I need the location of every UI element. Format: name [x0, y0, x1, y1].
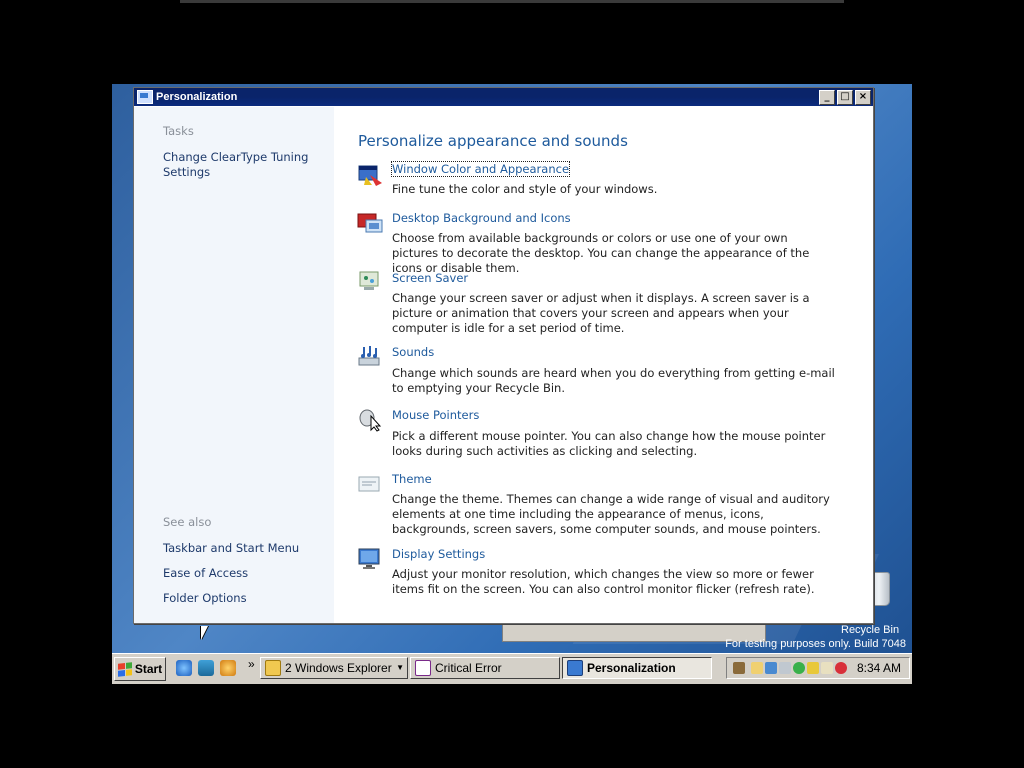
close-button[interactable]: × — [855, 90, 871, 105]
personalization-icon — [567, 660, 583, 676]
see-also-heading: See also — [163, 515, 212, 529]
tasks-heading: Tasks — [163, 124, 194, 138]
link-display-settings[interactable]: Display Settings — [392, 547, 485, 561]
clock[interactable]: 8:34 AM — [857, 661, 901, 675]
desc-desktop-background: Choose from available backgrounds or col… — [392, 231, 810, 275]
internet-explorer-icon[interactable] — [176, 660, 192, 676]
taskbar-button-windows-explorer[interactable]: 2 Windows Explorer ▼ — [260, 657, 408, 679]
desc-window-color: Fine tune the color and style of your wi… — [392, 182, 658, 196]
desktop: Recycle Bin For testing purposes only. B… — [112, 84, 912, 684]
chevron-down-icon: ▼ — [396, 663, 404, 672]
minimize-button[interactable]: _ — [819, 90, 835, 105]
sidebar-link-taskbar[interactable]: Taskbar and Start Menu — [163, 541, 323, 556]
desc-theme: Change the theme. Themes can change a wi… — [392, 492, 830, 536]
window-controls: _ □ × — [819, 90, 871, 105]
main-content: Personalize appearance and sounds Window… — [334, 107, 873, 623]
quicklaunch-chevron-icon[interactable]: » — [248, 657, 255, 671]
link-screen-saver[interactable]: Screen Saver — [392, 271, 468, 285]
desc-sounds: Change which sounds are heard when you d… — [392, 366, 835, 395]
windows-flag-icon — [117, 661, 132, 677]
sidebar-link-folder-options[interactable]: Folder Options — [163, 591, 323, 606]
security-ok-icon[interactable] — [793, 662, 805, 674]
media-player-icon[interactable] — [220, 660, 236, 676]
taskbar-button-label: Critical Error — [435, 661, 502, 675]
computer-icon[interactable] — [821, 662, 833, 674]
page-title: Personalize appearance and sounds — [358, 132, 628, 150]
pen-icon[interactable] — [733, 662, 745, 674]
notes-icon[interactable] — [751, 662, 763, 674]
build-watermark: For testing purposes only. Build 7048 — [725, 638, 906, 650]
sounds-icon — [358, 346, 380, 366]
error-window-icon — [415, 660, 431, 676]
link-window-color[interactable]: Window Color and Appearance — [390, 161, 571, 177]
show-desktop-icon[interactable] — [198, 660, 214, 676]
taskbar-button-critical-error[interactable]: Critical Error — [410, 657, 560, 679]
mouse-pointer-icon — [359, 409, 382, 432]
window-title: Personalization — [156, 91, 238, 103]
mouse-cursor — [201, 626, 208, 640]
sidebar-link-ease-of-access[interactable]: Ease of Access — [163, 566, 323, 581]
title-bar[interactable]: Personalization _ □ × — [134, 88, 873, 106]
desc-display-settings: Adjust your monitor resolution, which ch… — [392, 567, 815, 596]
link-sounds[interactable]: Sounds — [392, 345, 434, 359]
personalization-window: Personalization _ □ × Tasks Change Clear… — [133, 87, 874, 624]
desktop-background-icon — [357, 213, 383, 233]
theme-icon — [358, 476, 380, 492]
taskbar-button-personalization[interactable]: Personalization — [562, 657, 712, 679]
screen-saver-icon — [359, 271, 379, 290]
desc-screen-saver: Change your screen saver or adjust when … — [392, 291, 810, 335]
link-mouse-pointers[interactable]: Mouse Pointers — [392, 408, 479, 422]
window-color-icon — [358, 165, 382, 186]
taskbar-button-label: Personalization — [587, 661, 676, 675]
taskbar-button-label: 2 Windows Explorer — [285, 661, 392, 675]
top-screen-edge — [180, 0, 844, 3]
maximize-button[interactable]: □ — [837, 90, 853, 105]
system-tray: 8:34 AM — [726, 657, 910, 679]
alert-icon[interactable] — [835, 662, 847, 674]
folder-icon — [265, 660, 281, 676]
start-label: Start — [134, 662, 163, 676]
sidebar-link-cleartype[interactable]: Change ClearType Tuning Settings — [163, 150, 323, 180]
network-icon[interactable] — [765, 662, 777, 674]
recycle-bin-label[interactable]: Recycle Bin — [841, 624, 899, 636]
taskbar: Start » 2 Windows Explorer ▼ Critical Er… — [112, 653, 912, 684]
link-desktop-background[interactable]: Desktop Background and Icons — [392, 211, 571, 225]
desc-mouse-pointers: Pick a different mouse pointer. You can … — [392, 429, 826, 458]
display-settings-icon — [358, 548, 380, 569]
personalization-icon — [137, 90, 153, 104]
link-theme[interactable]: Theme — [392, 472, 432, 486]
start-button[interactable]: Start — [114, 657, 166, 681]
task-pane: Tasks Change ClearType Tuning Settings S… — [134, 107, 334, 623]
shield-icon[interactable] — [807, 662, 819, 674]
volume-icon[interactable] — [779, 662, 791, 674]
